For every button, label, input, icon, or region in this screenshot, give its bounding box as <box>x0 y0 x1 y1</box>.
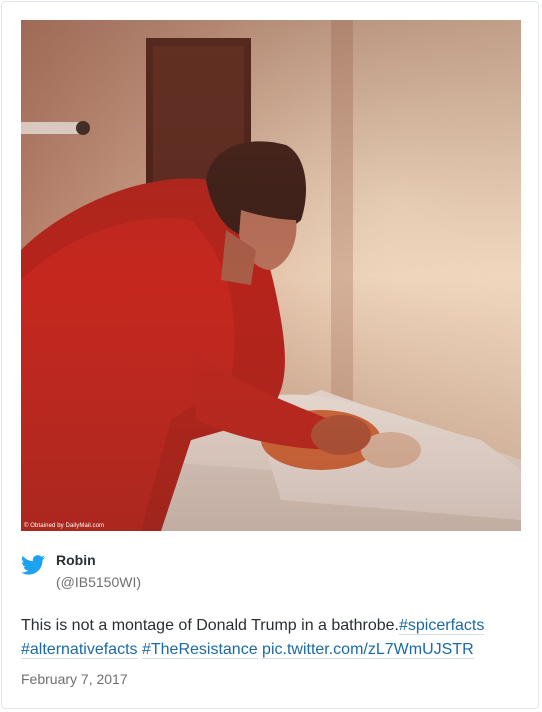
tweet-body: This is not a montage of Donald Trump in… <box>21 617 399 634</box>
tweet-date[interactable]: February 7, 2017 <box>21 671 128 687</box>
hashtag-alternativefacts[interactable]: #alternativefacts <box>21 641 138 659</box>
hashtag-theresistance[interactable]: #TheResistance <box>141 641 258 659</box>
pic-link[interactable]: pic.twitter.com/zL7WmUJSTR <box>262 641 474 659</box>
photo-image <box>21 20 521 531</box>
tweet-photo[interactable]: © Obtained by DailyMail.com <box>21 20 521 531</box>
photo-credit: © Obtained by DailyMail.com <box>24 523 105 529</box>
author-name[interactable]: Robin <box>56 552 96 568</box>
author-handle[interactable]: (@IB5150WI) <box>56 574 141 590</box>
tweet-author[interactable]: Robin (@IB5150WI) <box>21 552 321 592</box>
hashtag-spicerfacts[interactable]: #spicerfacts <box>399 617 485 635</box>
tweet-text: This is not a montage of Donald Trump in… <box>21 614 521 662</box>
twitter-bird-icon[interactable] <box>21 555 45 575</box>
